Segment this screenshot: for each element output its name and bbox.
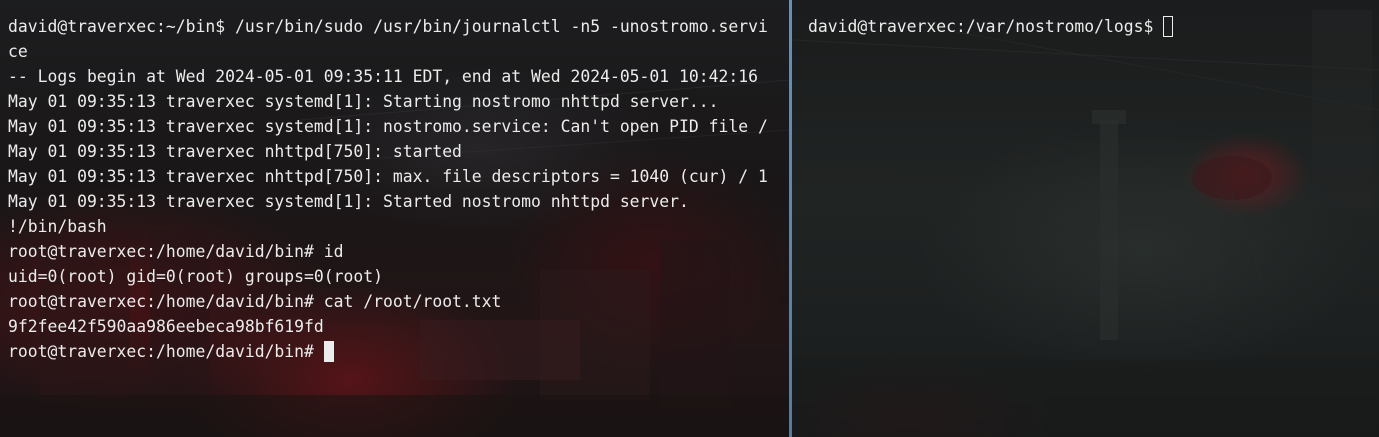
- terminal-screen: david@traverxec:~/bin$ /usr/bin/sudo /us…: [0, 0, 1379, 437]
- prompt-line[interactable]: root@traverxec:/home/david/bin#: [8, 339, 768, 364]
- shell-prompt: david@traverxec:/var/nostromo/logs$: [808, 17, 1154, 36]
- prompt-line[interactable]: david@traverxec:/var/nostromo/logs$: [808, 14, 1174, 39]
- output-line: uid=0(root) gid=0(root) groups=0(root): [8, 267, 383, 286]
- output-line: May 01 09:35:13 traverxec nhttpd[750]: m…: [8, 167, 768, 186]
- left-terminal-output: david@traverxec:~/bin$ /usr/bin/sudo /us…: [8, 14, 768, 364]
- output-line: May 01 09:35:13 traverxec systemd[1]: St…: [8, 192, 689, 211]
- shell-prompt: root@traverxec:/home/david/bin#: [8, 342, 314, 361]
- output-line: May 01 09:35:13 traverxec systemd[1]: no…: [8, 117, 768, 136]
- output-line: root@traverxec:/home/david/bin# cat /roo…: [8, 292, 502, 311]
- background-wallpaper: [792, 10, 1379, 437]
- text-cursor: [1163, 16, 1174, 37]
- output-line: 9f2fee42f590aa986eebeca98bf619fd: [8, 317, 324, 336]
- text-cursor: [323, 341, 334, 362]
- output-line: !/bin/bash: [8, 217, 107, 236]
- output-line: -- Logs begin at Wed 2024-05-01 09:35:11…: [8, 67, 758, 86]
- output-line: david@traverxec:~/bin$ /usr/bin/sudo /us…: [8, 17, 768, 36]
- right-terminal-output: david@traverxec:/var/nostromo/logs$: [808, 14, 1174, 39]
- left-terminal-pane[interactable]: david@traverxec:~/bin$ /usr/bin/sudo /us…: [0, 0, 789, 437]
- output-line: May 01 09:35:13 traverxec nhttpd[750]: s…: [8, 142, 462, 161]
- output-line: ce: [8, 42, 28, 61]
- output-line: root@traverxec:/home/david/bin# id: [8, 242, 344, 261]
- right-terminal-pane[interactable]: david@traverxec:/var/nostromo/logs$: [792, 0, 1379, 437]
- output-line: May 01 09:35:13 traverxec systemd[1]: St…: [8, 92, 719, 111]
